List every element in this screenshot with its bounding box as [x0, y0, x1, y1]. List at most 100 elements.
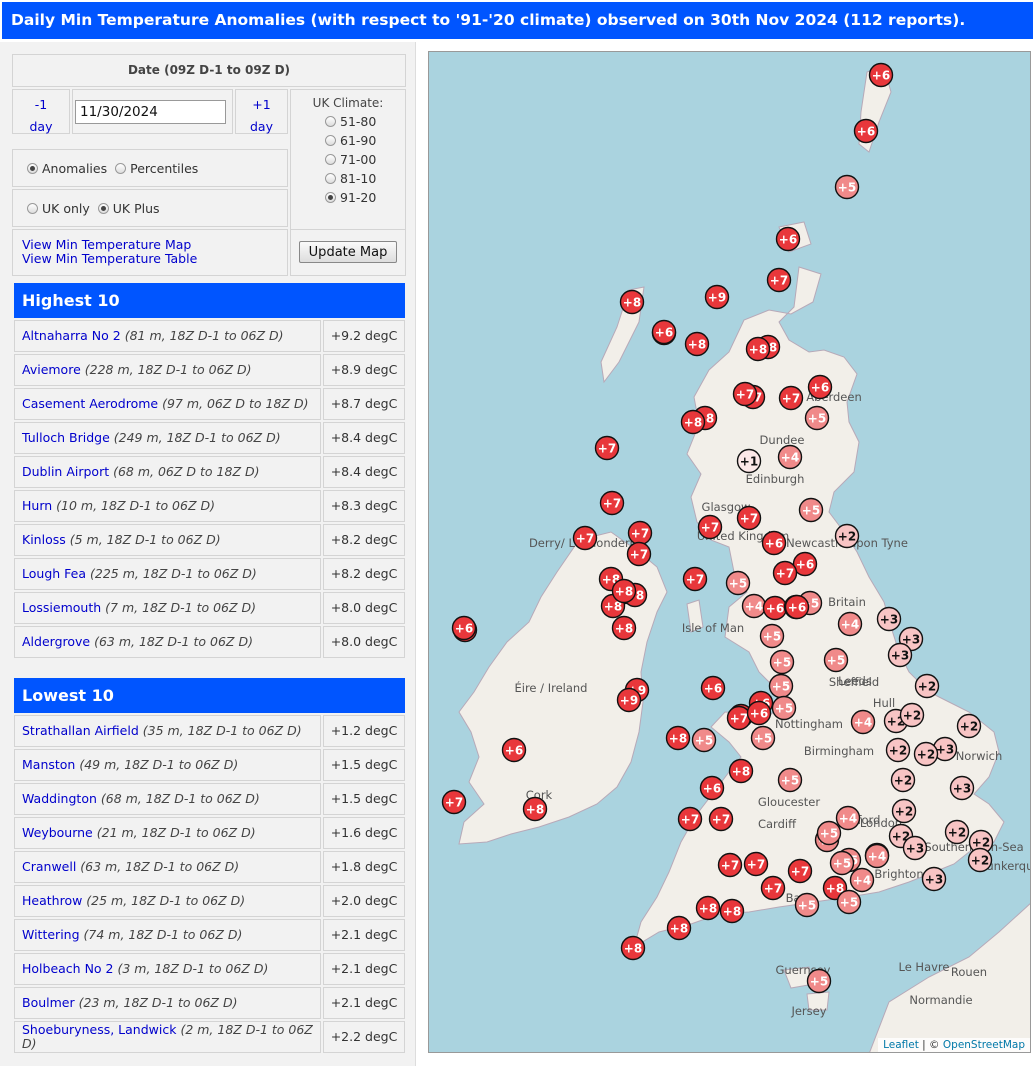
map-view[interactable]: Aberdeen Dundee Edinburgh Glasgow United Kin…: [428, 51, 1031, 1053]
station-marker[interactable]: +8: [695, 895, 721, 921]
region-option-uk-plus[interactable]: UK Plus: [97, 201, 160, 216]
station-link[interactable]: Strathallan Airfield: [22, 723, 139, 738]
station-link[interactable]: Hurn: [22, 498, 52, 513]
map-canvas[interactable]: AberdeenDundeeEdinburghGlasgowUnited Kin…: [429, 52, 1031, 1053]
station-marker[interactable]: +4: [864, 843, 890, 869]
station-link[interactable]: Waddington: [22, 791, 97, 806]
station-marker[interactable]: +6: [761, 530, 787, 556]
station-marker[interactable]: +2: [944, 819, 970, 845]
station-marker[interactable]: +6: [651, 319, 677, 345]
radio-button[interactable]: [27, 202, 38, 214]
station-marker[interactable]: +7: [778, 385, 804, 411]
station-marker[interactable]: +5: [759, 623, 785, 649]
mode-option-percentiles[interactable]: Percentiles: [115, 161, 198, 176]
station-marker[interactable]: +2: [967, 847, 993, 873]
station-link[interactable]: Aldergrove: [22, 634, 90, 649]
station-marker[interactable]: +7: [627, 520, 653, 546]
station-marker[interactable]: +8: [666, 915, 692, 941]
update-map-button[interactable]: Update Map: [299, 241, 397, 263]
station-marker[interactable]: +9: [616, 687, 642, 713]
station-marker[interactable]: +4: [835, 805, 861, 831]
station-marker[interactable]: +4: [850, 709, 876, 735]
radio-button[interactable]: [325, 134, 336, 146]
station-marker[interactable]: +6: [501, 737, 527, 763]
station-marker[interactable]: +8: [620, 935, 646, 961]
radio-button[interactable]: [325, 115, 336, 127]
station-marker[interactable]: +2: [885, 737, 911, 763]
station-marker[interactable]: +5: [771, 695, 797, 721]
station-marker[interactable]: +7: [599, 490, 625, 516]
station-link[interactable]: Altnaharra No 2: [22, 328, 121, 343]
station-marker[interactable]: +7: [594, 435, 620, 461]
station-marker[interactable]: +8: [680, 409, 706, 435]
region-option-uk-only[interactable]: UK only: [27, 201, 90, 216]
station-marker[interactable]: +1: [736, 448, 762, 474]
station-marker[interactable]: +3: [876, 606, 902, 632]
station-marker[interactable]: +8: [745, 336, 771, 362]
station-marker[interactable]: +7: [732, 381, 758, 407]
station-marker[interactable]: +5: [798, 497, 824, 523]
station-marker[interactable]: +5: [823, 647, 849, 673]
station-marker[interactable]: +6: [699, 775, 725, 801]
climate-option-81-10[interactable]: 81-10: [325, 170, 405, 186]
station-link[interactable]: Tulloch Bridge: [22, 430, 110, 445]
mode-option-anomalies[interactable]: Anomalies: [27, 161, 107, 176]
station-marker[interactable]: +2: [913, 741, 939, 767]
date-input[interactable]: [75, 100, 226, 124]
station-marker[interactable]: +4: [741, 593, 767, 619]
station-marker[interactable]: +6: [807, 374, 833, 400]
radio-button[interactable]: [325, 191, 336, 203]
station-marker[interactable]: +4: [849, 867, 875, 893]
station-marker[interactable]: +2: [834, 523, 860, 549]
station-marker[interactable]: +2: [890, 767, 916, 793]
station-marker[interactable]: +6: [853, 118, 879, 144]
station-marker[interactable]: +3: [902, 835, 928, 861]
station-marker[interactable]: +5: [794, 892, 820, 918]
station-marker[interactable]: +6: [700, 675, 726, 701]
station-link[interactable]: Lough Fea: [22, 566, 86, 581]
station-link[interactable]: Heathrow: [22, 893, 82, 908]
radio-button[interactable]: [115, 162, 127, 174]
station-link[interactable]: Cranwell: [22, 859, 76, 874]
station-marker[interactable]: +5: [816, 820, 842, 846]
station-link[interactable]: Wittering: [22, 927, 80, 942]
radio-button[interactable]: [325, 153, 336, 165]
station-marker[interactable]: +5: [768, 673, 794, 699]
station-marker[interactable]: +6: [762, 595, 788, 621]
station-link[interactable]: Holbeach No 2: [22, 961, 114, 976]
prev-day-label-1[interactable]: -1: [13, 98, 69, 112]
station-marker[interactable]: +6: [868, 62, 894, 88]
station-marker[interactable]: +7: [626, 541, 652, 567]
view-map-link[interactable]: View Min Temperature Map: [22, 238, 287, 252]
station-marker[interactable]: +7: [697, 514, 723, 540]
station-marker[interactable]: +6: [784, 594, 810, 620]
station-marker[interactable]: +8: [522, 796, 548, 822]
station-link[interactable]: Kinloss: [22, 532, 66, 547]
next-day-label-2[interactable]: day: [236, 120, 287, 134]
leaflet-link[interactable]: Leaflet: [883, 1039, 919, 1051]
station-marker[interactable]: +5: [691, 727, 717, 753]
station-link[interactable]: Shoeburyness, Landwick: [22, 1022, 176, 1037]
station-marker[interactable]: +2: [956, 713, 982, 739]
station-marker[interactable]: +7: [708, 806, 734, 832]
station-marker[interactable]: +8: [728, 758, 754, 784]
station-marker[interactable]: +5: [750, 725, 776, 751]
station-marker[interactable]: +5: [725, 570, 751, 596]
station-link[interactable]: Aviemore: [22, 362, 81, 377]
station-marker[interactable]: +6: [775, 226, 801, 252]
station-marker[interactable]: +5: [834, 174, 860, 200]
station-marker[interactable]: +8: [665, 725, 691, 751]
climate-option-51-80[interactable]: 51-80: [325, 113, 405, 129]
station-marker[interactable]: +3: [949, 775, 975, 801]
station-marker[interactable]: +7: [572, 525, 598, 551]
station-marker[interactable]: +2: [899, 702, 925, 728]
station-marker[interactable]: +7: [726, 705, 752, 731]
station-marker[interactable]: +5: [769, 649, 795, 675]
station-marker[interactable]: +7: [441, 789, 467, 815]
station-marker[interactable]: +5: [806, 968, 832, 994]
station-link[interactable]: Lossiemouth: [22, 600, 101, 615]
radio-button[interactable]: [27, 162, 38, 174]
station-marker[interactable]: +7: [772, 560, 798, 586]
station-marker[interactable]: +7: [787, 858, 813, 884]
next-day-link[interactable]: +1 day: [235, 89, 288, 134]
